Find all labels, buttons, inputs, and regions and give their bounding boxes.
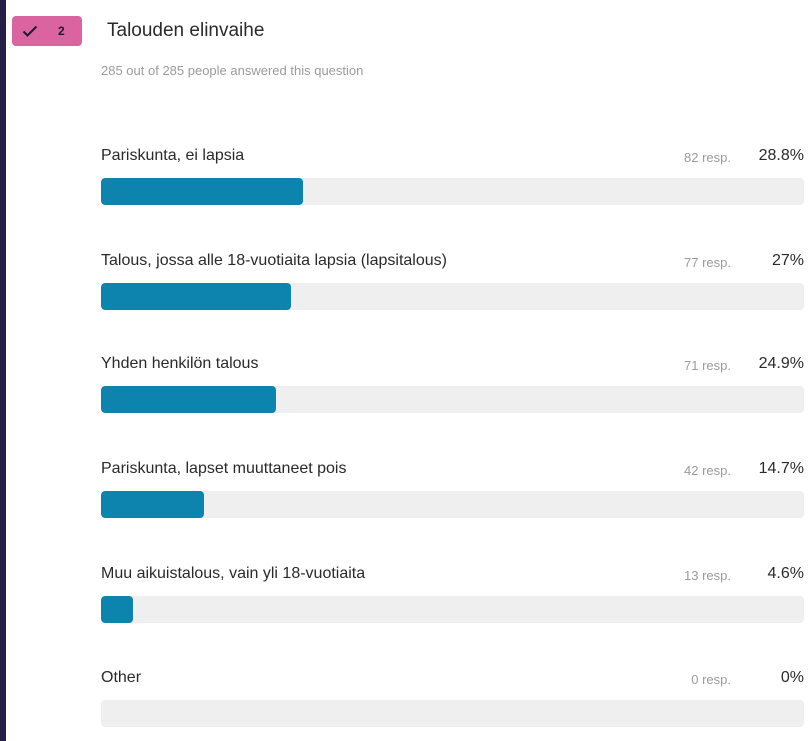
answer-option: Pariskunta, lapset muuttaneet pois 42 re… — [101, 460, 804, 540]
option-label: Muu aikuistalous, vain yli 18-vuotiaita — [101, 565, 366, 582]
answered-summary: 285 out of 285 people answered this ques… — [101, 63, 364, 78]
option-percent: 27% — [771, 252, 804, 269]
bar-fill — [101, 178, 304, 205]
option-responses: 77 resp. — [684, 255, 731, 270]
checkmark-icon — [22, 25, 38, 37]
option-percent: 4.6% — [767, 565, 804, 582]
bar-fill — [101, 491, 205, 518]
option-label: Pariskunta, lapset muuttaneet pois — [101, 460, 347, 477]
option-responses: 82 resp. — [684, 150, 731, 165]
question-title: Talouden elinvaihe — [107, 20, 265, 41]
option-percent: 14.7% — [758, 460, 804, 477]
option-label: Yhden henkilön talous — [101, 355, 259, 372]
answer-option: Other 0 resp. 0% — [101, 669, 804, 741]
question-card: 2 Talouden elinvaihe 285 out of 285 peop… — [6, 0, 808, 741]
question-number: 2 — [58, 24, 65, 38]
question-badge[interactable]: 2 — [12, 16, 82, 46]
bar-track — [101, 596, 804, 623]
answer-option: Pariskunta, ei lapsia 82 resp. 28.8% — [101, 147, 804, 227]
option-percent: 28.8% — [758, 147, 804, 164]
bar-fill — [101, 596, 134, 623]
option-responses: 13 resp. — [684, 568, 731, 583]
bar-fill — [101, 283, 291, 310]
bar-track — [101, 700, 804, 727]
option-percent: 24.9% — [758, 355, 804, 372]
option-label: Talous, jossa alle 18-vuotiaita lapsia (… — [101, 252, 447, 269]
option-responses: 42 resp. — [684, 463, 731, 478]
option-label: Other — [101, 669, 142, 686]
bar-track — [101, 283, 804, 310]
bar-fill — [101, 386, 277, 413]
option-percent: 0% — [780, 669, 804, 686]
answer-option: Muu aikuistalous, vain yli 18-vuotiaita … — [101, 565, 804, 645]
option-responses: 0 resp. — [691, 672, 731, 687]
answer-option: Talous, jossa alle 18-vuotiaita lapsia (… — [101, 252, 804, 332]
bar-track — [101, 491, 804, 518]
answer-option: Yhden henkilön talous 71 resp. 24.9% — [101, 355, 804, 435]
option-responses: 71 resp. — [684, 358, 731, 373]
option-label: Pariskunta, ei lapsia — [101, 147, 245, 164]
bar-track — [101, 178, 804, 205]
bar-track — [101, 386, 804, 413]
